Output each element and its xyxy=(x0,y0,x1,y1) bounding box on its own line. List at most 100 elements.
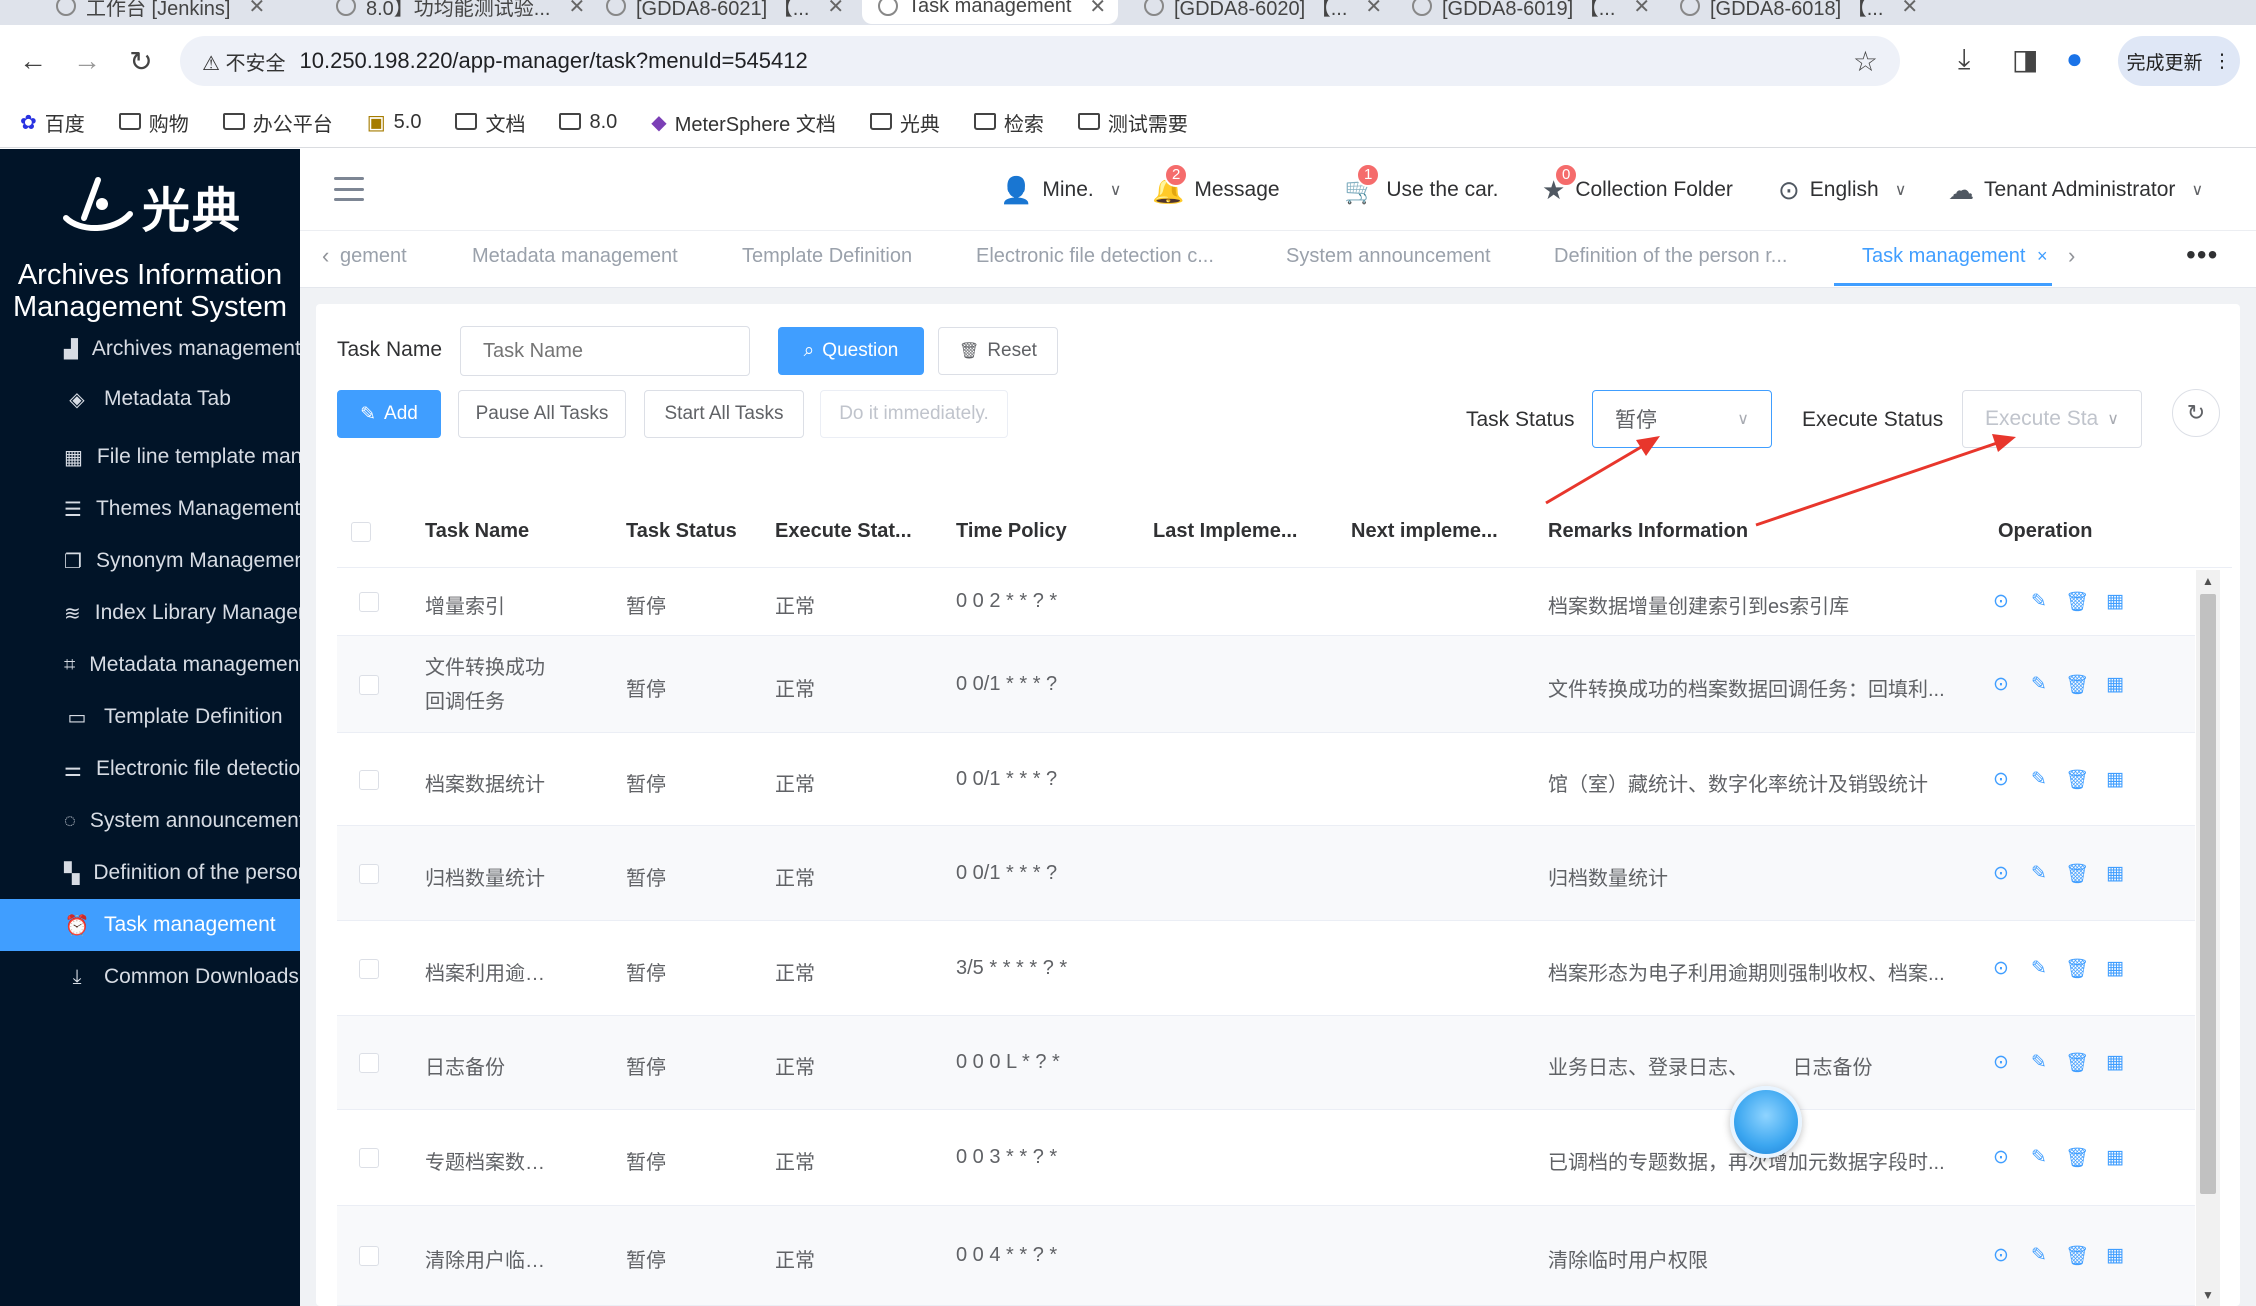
sidebar-item-system-announcement[interactable]: ◌ System announcement xyxy=(0,795,300,847)
row-checkbox[interactable] xyxy=(359,864,379,884)
close-icon[interactable]: × xyxy=(2037,246,2048,266)
run-now-button[interactable]: Do it immediately. xyxy=(820,390,1008,438)
address-bar[interactable]: ⚠ 不安全 10.250.198.220/app-manager/task?me… xyxy=(180,36,1900,86)
delete-icon[interactable]: 🗑 xyxy=(2065,673,2089,697)
play-icon[interactable]: ⊙ xyxy=(1989,1244,2013,1268)
sidebar-item-synonym-management[interactable]: ❐ Synonym Management xyxy=(0,535,300,587)
close-icon[interactable]: ✕ xyxy=(827,0,844,19)
scroll-thumb[interactable] xyxy=(2200,594,2216,1194)
column-header[interactable]: Next impleme... xyxy=(1351,520,1521,543)
play-icon[interactable]: ⊙ xyxy=(1989,957,2013,981)
edit-icon[interactable]: ✎ xyxy=(2027,590,2051,614)
close-icon[interactable]: ✕ xyxy=(248,0,265,19)
back-icon[interactable]: ← xyxy=(16,45,50,77)
row-checkbox[interactable] xyxy=(359,959,379,979)
delete-icon[interactable]: 🗑 xyxy=(2065,1051,2089,1075)
table-row[interactable]: 日志备份 暂停 正常 0 0 0 L * ? * 业务日志、登录日志、 日志备份 ⊙ ✎ 🗑 ▦ xyxy=(337,1016,2195,1110)
edit-icon[interactable]: ✎ xyxy=(2027,1244,2051,1268)
play-icon[interactable]: ⊙ xyxy=(1989,590,2013,614)
close-icon[interactable]: ✕ xyxy=(1365,0,1382,19)
bookmark-item[interactable]: ✿ 百度 xyxy=(20,108,85,137)
add-button[interactable]: ✎ Add xyxy=(337,390,441,438)
scroll-up-icon[interactable]: ▲ xyxy=(2202,574,2214,588)
calendar-icon[interactable]: ▦ xyxy=(2103,1244,2127,1268)
mine-menu[interactable]: 👤 Mine. ∨ xyxy=(1000,171,1121,209)
more-icon[interactable]: ••• xyxy=(2186,239,2218,271)
chevron-left-icon[interactable]: ‹ xyxy=(322,243,329,269)
column-header[interactable]: Task Name xyxy=(425,520,555,543)
task-name-input[interactable] xyxy=(460,326,750,376)
sidebar-item-file-line-template[interactable]: ▦ File line template management xyxy=(0,431,300,483)
table-row[interactable]: 归档数量统计 暂停 正常 0 0/1 * * * ? 归档数量统计 ⊙ ✎ 🗑 ▦ xyxy=(337,826,2195,921)
play-icon[interactable]: ⊙ xyxy=(1989,862,2013,886)
bookmark-item[interactable]: 办公平台 xyxy=(222,108,333,137)
message-link[interactable]: 🔔 2 Message xyxy=(1152,162,1280,209)
delete-icon[interactable]: 🗑 xyxy=(2065,1244,2089,1268)
bookmark-item[interactable]: 购物 xyxy=(118,108,189,137)
tab-metadata-management[interactable]: Metadata management xyxy=(472,245,678,268)
sidebar-item-task-management[interactable]: ⏰ Task management xyxy=(0,899,300,951)
scroll-down-icon[interactable]: ▼ xyxy=(2202,1288,2214,1302)
tab-system-announcement[interactable]: System announcement xyxy=(1286,245,1491,268)
column-header[interactable]: Execute Stat... xyxy=(775,520,925,543)
pause-all-button[interactable]: Pause All Tasks xyxy=(458,390,626,438)
browser-tab[interactable]: [GDDA8-6020] 【... ✕ xyxy=(1128,0,1394,24)
sidebar-item-metadata-tab[interactable]: ◈ Metadata Tab xyxy=(0,379,300,419)
hamburger-menu-icon[interactable] xyxy=(334,177,364,201)
column-header[interactable]: Last Impleme... xyxy=(1153,520,1323,543)
row-checkbox[interactable] xyxy=(359,1148,379,1168)
chevron-right-icon[interactable]: › xyxy=(2068,243,2075,269)
edit-icon[interactable]: ✎ xyxy=(2027,1051,2051,1075)
bookmark-item[interactable]: 光典 xyxy=(869,108,940,137)
collection-link[interactable]: ★ 0 Collection Folder xyxy=(1542,162,1733,209)
browser-tab[interactable]: [GDDA8-6019] 【... ✕ xyxy=(1396,0,1662,24)
delete-icon[interactable]: 🗑 xyxy=(2065,590,2089,614)
close-icon[interactable]: ✕ xyxy=(1901,0,1918,19)
bookmark-item[interactable]: 文档 xyxy=(455,108,525,137)
delete-icon[interactable]: 🗑 xyxy=(2065,768,2089,792)
table-row[interactable]: 增量索引 暂停 正常 0 0 2 * * ? * 档案数据增量创建索引到es索引库 ⊙ ✎ 🗑… xyxy=(337,568,2195,636)
table-row[interactable]: 档案利用逾期处理 暂停 正常 3/5 * * * * ? * 档案形态为电子利用逾期则强… xyxy=(337,921,2195,1016)
browser-tab[interactable]: [GDDA8-6018] 【... ✕ xyxy=(1664,0,1930,24)
column-header[interactable]: Operation xyxy=(1998,520,2148,543)
delete-icon[interactable]: 🗑 xyxy=(2065,957,2089,981)
edit-icon[interactable]: ✎ xyxy=(2027,1146,2051,1170)
sidepanel-icon[interactable]: ◨ xyxy=(2012,43,2038,76)
reset-button[interactable]: 🗑 Reset xyxy=(938,327,1058,375)
close-icon[interactable]: ✕ xyxy=(1633,0,1650,19)
tenant-select[interactable]: ☁ Tenant Administrator ∨ xyxy=(1948,171,2203,209)
play-icon[interactable]: ⊙ xyxy=(1989,768,2013,792)
play-icon[interactable]: ⊙ xyxy=(1989,1146,2013,1170)
column-header[interactable]: Time Policy xyxy=(956,520,1086,543)
kebab-menu-icon[interactable]: ⋮ xyxy=(2213,50,2232,73)
calendar-icon[interactable]: ▦ xyxy=(2103,1146,2127,1170)
task-status-select[interactable]: 暂停 ∨ xyxy=(1592,390,1772,448)
edit-icon[interactable]: ✎ xyxy=(2027,862,2051,886)
sidebar-item-themes-management[interactable]: ☰ Themes Management xyxy=(0,483,300,535)
sidebar-item-metadata-management[interactable]: ⌗ Metadata management xyxy=(0,639,300,691)
play-icon[interactable]: ⊙ xyxy=(1989,673,2013,697)
url-text[interactable]: 10.250.198.220/app-manager/task?menuId=5… xyxy=(300,48,808,74)
close-icon[interactable]: ✕ xyxy=(568,0,585,19)
bookmark-item[interactable]: ▣ 5.0 xyxy=(367,110,422,135)
edit-icon[interactable]: ✎ xyxy=(2027,673,2051,697)
floating-assistant-button[interactable] xyxy=(1730,1086,1802,1158)
calendar-icon[interactable]: ▦ xyxy=(2103,957,2127,981)
row-checkbox[interactable] xyxy=(359,675,379,695)
tab-template-definition[interactable]: Template Definition xyxy=(742,245,912,268)
calendar-icon[interactable]: ▦ xyxy=(2103,1051,2127,1075)
sidebar-item-electronic-file-detection[interactable]: ⚌ Electronic file detection xyxy=(0,743,300,795)
tab-archives-management[interactable]: gement xyxy=(340,245,407,268)
sidebar-item-common-downloads[interactable]: ⤓ Common Downloads xyxy=(0,951,300,1003)
edit-icon[interactable]: ✎ xyxy=(2027,768,2051,792)
close-icon[interactable]: ✕ xyxy=(1089,0,1106,19)
sidebar-item-definition-person[interactable]: ▚ Definition of the person xyxy=(0,847,300,899)
tab-electronic-file-detection[interactable]: Electronic file detection c... xyxy=(976,245,1214,268)
tab-definition-person[interactable]: Definition of the person r... xyxy=(1554,245,1787,268)
browser-tab[interactable]: 工作台 [Jenkins] ✕ xyxy=(40,0,320,24)
language-select[interactable]: ⊙ English ∨ xyxy=(1778,171,1906,209)
update-button[interactable]: 完成更新 ⋮ xyxy=(2118,36,2240,86)
table-row[interactable]: 专题档案数据补偿暂停正常0 0 3 * * ? *已调档的专题数据，再次增加元数… xyxy=(337,1110,2195,1206)
row-checkbox[interactable] xyxy=(359,1053,379,1073)
cart-link[interactable]: 🛒 1 Use the car. xyxy=(1344,162,1498,209)
